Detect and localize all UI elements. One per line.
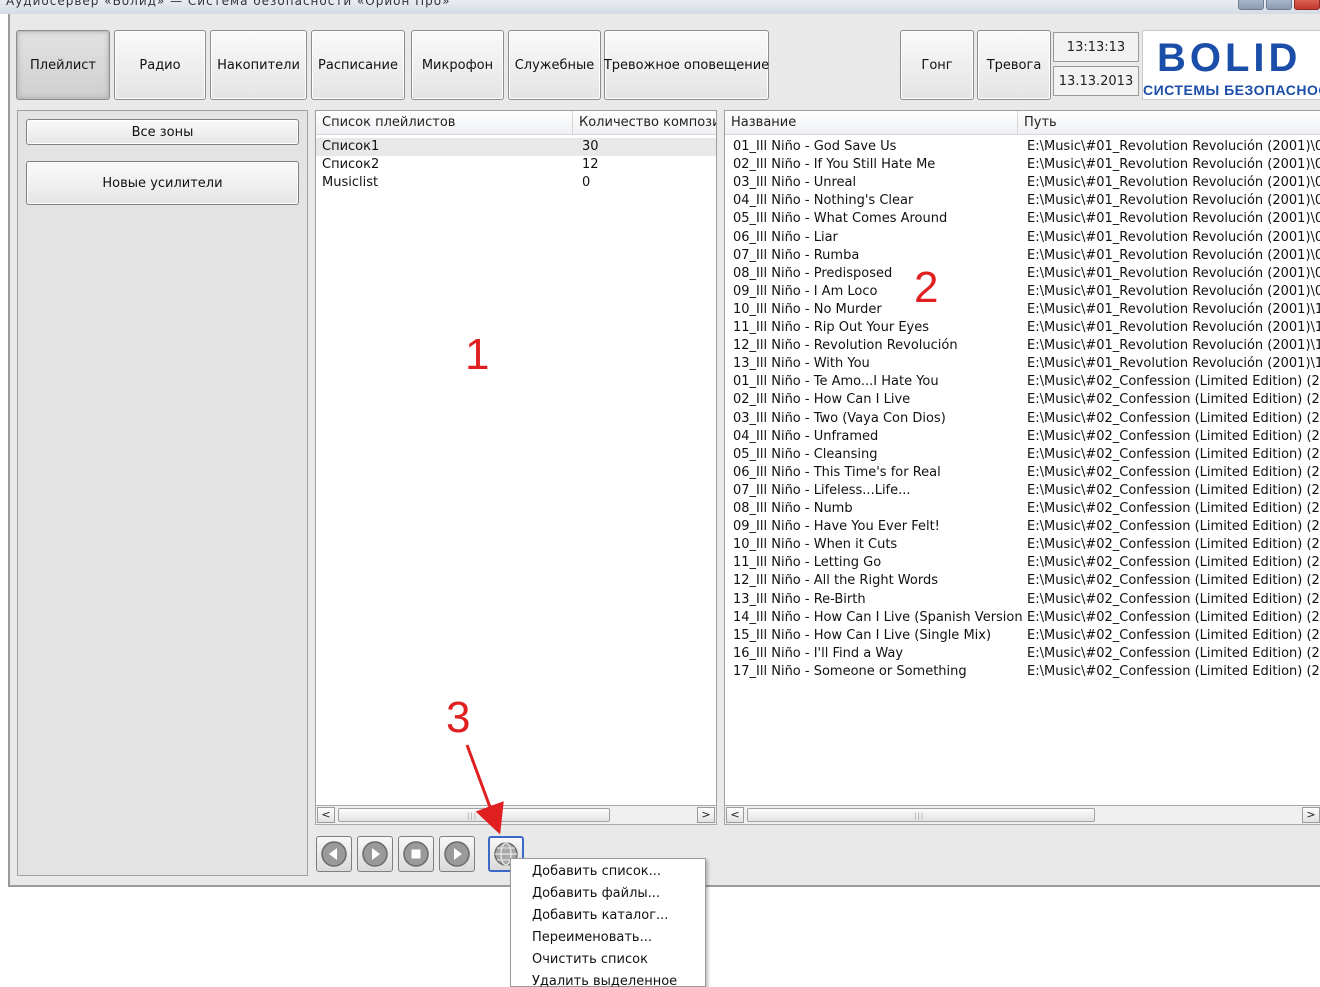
annotation-arrow (465, 744, 504, 835)
